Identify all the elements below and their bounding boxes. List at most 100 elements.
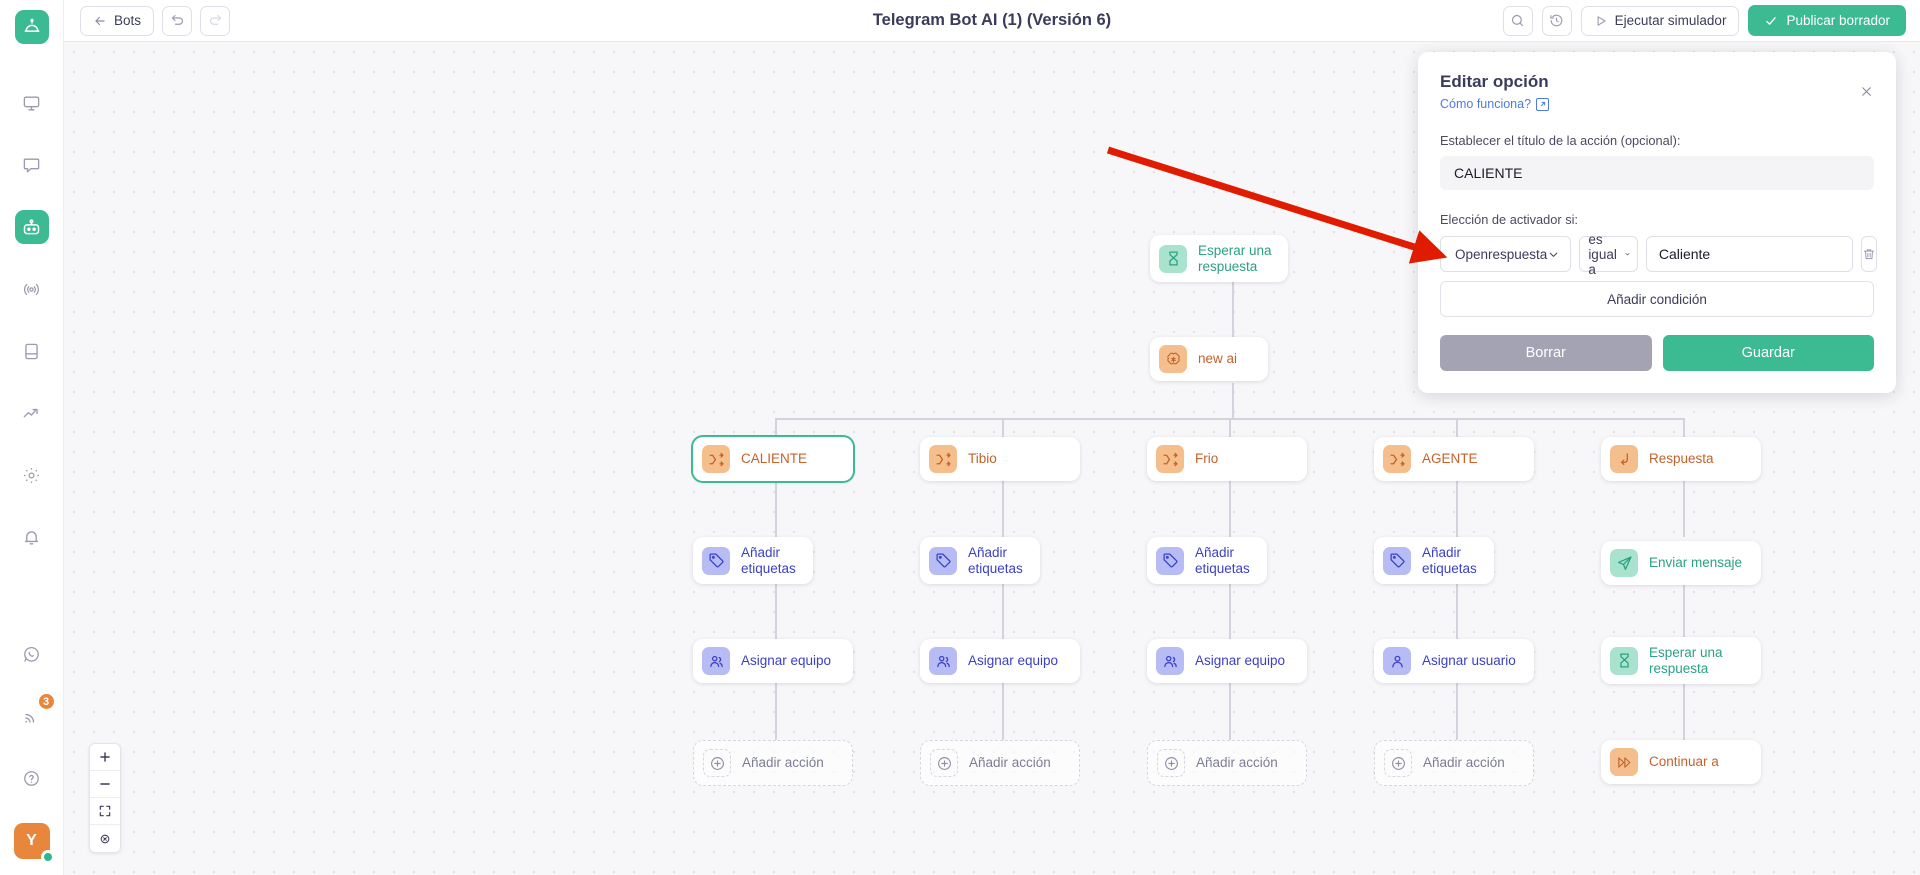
flow-node-team2[interactable]: Asignar equipo — [920, 639, 1080, 683]
avatar[interactable]: Y — [13, 823, 55, 864]
flow-edge — [775, 418, 777, 437]
flow-node-opt4[interactable]: AGENTE — [1374, 437, 1534, 481]
publish-draft-label: Publicar borrador — [1786, 13, 1890, 28]
save-button[interactable]: Guardar — [1662, 335, 1874, 371]
flow-node-add1[interactable]: Añadir acción — [693, 740, 853, 786]
run-simulator-button[interactable]: Ejecutar simulador — [1580, 5, 1740, 36]
history-button[interactable] — [1541, 5, 1572, 36]
flow-edge — [1229, 583, 1231, 639]
flow-node-label: Añadir etiquetas — [741, 545, 796, 576]
condition-operator-select[interactable]: es igual a — [1579, 232, 1638, 277]
flow-node-label: Respuesta — [1649, 451, 1714, 467]
flow-node-cont1[interactable]: Continuar a — [1601, 740, 1761, 784]
fullscreen-icon — [99, 805, 111, 817]
sidebar-item-bots[interactable] — [14, 210, 49, 244]
channels-badge: 3 — [36, 692, 56, 711]
check-icon — [1766, 16, 1777, 25]
flow-node-label: AGENTE — [1422, 451, 1478, 467]
flow-node-opt3[interactable]: Frio — [1147, 437, 1307, 481]
sidebar-item-notifications[interactable] — [15, 520, 49, 554]
flow-edge — [1683, 683, 1685, 740]
sidebar-item-chats[interactable] — [15, 148, 49, 182]
tag-icon — [1383, 546, 1411, 575]
users-icon — [1156, 647, 1184, 675]
canvas-zoom-controls — [89, 743, 121, 853]
run-simulator-label: Ejecutar simulador — [1614, 13, 1727, 28]
fast-forward-icon — [1610, 748, 1638, 776]
flow-edge — [1232, 281, 1234, 337]
flow-node-opt1[interactable]: CALIENTE — [693, 437, 853, 481]
reply-arrow-icon — [1610, 445, 1638, 473]
chevron-down-icon — [1625, 252, 1630, 256]
add-condition-button[interactable]: Añadir condición — [1440, 281, 1874, 317]
sidebar-item-help[interactable] — [15, 761, 49, 795]
flow-node-opt2[interactable]: Tibio — [920, 437, 1080, 481]
flow-node-tag2[interactable]: Añadir etiquetas — [920, 537, 1040, 585]
search-button[interactable] — [1502, 5, 1533, 36]
panel-action-buttons: Borrar Guardar — [1440, 335, 1874, 371]
flow-node-team1[interactable]: Asignar equipo — [693, 639, 853, 683]
flow-node-newai[interactable]: new ai — [1150, 337, 1268, 381]
condition-value-input[interactable] — [1645, 236, 1853, 272]
flow-node-label: Añadir acción — [1423, 755, 1505, 771]
trigger-section-label: Elección de activador si: — [1440, 212, 1578, 227]
openai-icon — [1159, 345, 1187, 373]
rail-primary-items — [14, 86, 49, 554]
users-icon — [929, 647, 957, 675]
online-status-dot — [40, 850, 55, 864]
app-logo[interactable] — [14, 10, 49, 44]
flow-edge — [1002, 481, 1004, 537]
redo-button[interactable] — [200, 5, 231, 36]
top-toolbar: Bots Telegram Bot AI (1) (Versión 6) Eje… — [64, 0, 1920, 42]
recenter-icon — [100, 834, 110, 843]
flow-node-wait2[interactable]: Esperar una respuesta — [1601, 637, 1761, 685]
title-field-label: Establecer el título de la acción (opcio… — [1440, 133, 1681, 148]
flow-node-add4[interactable]: Añadir acción — [1374, 740, 1534, 786]
flow-node-label: Añadir etiquetas — [1422, 545, 1477, 576]
back-to-bots-button[interactable]: Bots — [80, 5, 155, 36]
how-it-works-label: Cómo funciona? — [1440, 97, 1532, 111]
flow-node-add2[interactable]: Añadir acción — [920, 740, 1080, 786]
flow-edge — [1232, 383, 1234, 418]
flow-edge — [1229, 683, 1231, 740]
condition-variable-select[interactable]: Openrespuesta — [1440, 236, 1572, 272]
action-title-input[interactable] — [1440, 156, 1874, 190]
hourglass-icon — [1159, 244, 1187, 273]
delete-button[interactable]: Borrar — [1440, 335, 1652, 371]
flow-node-tag4[interactable]: Añadir etiquetas — [1374, 537, 1494, 585]
panel-title: Editar opción — [1440, 72, 1549, 91]
publish-draft-button[interactable]: Publicar borrador — [1748, 5, 1906, 36]
avatar-initial: Y — [26, 832, 37, 849]
flow-node-team3[interactable]: Asignar equipo — [1147, 639, 1307, 683]
flow-node-add3[interactable]: Añadir acción — [1147, 740, 1307, 786]
undo-button[interactable] — [162, 5, 193, 36]
reset-view-button[interactable] — [90, 825, 120, 852]
sidebar-item-broadcast[interactable] — [15, 272, 49, 306]
sidebar-item-monitor[interactable] — [15, 86, 49, 120]
zoom-in-button[interactable] — [90, 744, 120, 771]
sidebar-item-statistics[interactable] — [15, 396, 49, 430]
fit-view-button[interactable] — [90, 798, 120, 825]
flow-node-wait1[interactable]: Esperar una respuesta — [1150, 235, 1288, 283]
sidebar-item-channels[interactable]: 3 — [15, 692, 56, 733]
shuffle-icon — [1383, 445, 1411, 473]
plus-circle-icon — [1384, 749, 1412, 777]
condition-row: Openrespuesta es igual a — [1440, 232, 1877, 277]
flow-edge — [775, 583, 777, 639]
flow-node-send1[interactable]: Enviar mensaje — [1601, 541, 1761, 585]
delete-condition-button[interactable] — [1860, 236, 1877, 272]
zoom-out-button[interactable] — [90, 771, 120, 798]
flow-node-label: Frio — [1195, 451, 1219, 467]
flow-node-tag3[interactable]: Añadir etiquetas — [1147, 537, 1267, 585]
flow-node-user1[interactable]: Asignar usuario — [1374, 639, 1534, 683]
send-paper-plane-icon — [1610, 549, 1638, 577]
flow-node-label: Añadir acción — [969, 755, 1051, 771]
flow-node-opt5[interactable]: Respuesta — [1601, 437, 1761, 481]
flow-node-tag1[interactable]: Añadir etiquetas — [693, 537, 813, 585]
close-panel-button[interactable] — [1859, 84, 1874, 102]
sidebar-item-settings[interactable] — [15, 458, 49, 492]
sidebar-item-whatsapp[interactable] — [15, 637, 49, 671]
arrow-left-icon — [95, 16, 105, 25]
how-it-works-link[interactable]: Cómo funciona? — [1440, 97, 1874, 111]
sidebar-item-contacts[interactable] — [15, 334, 49, 368]
